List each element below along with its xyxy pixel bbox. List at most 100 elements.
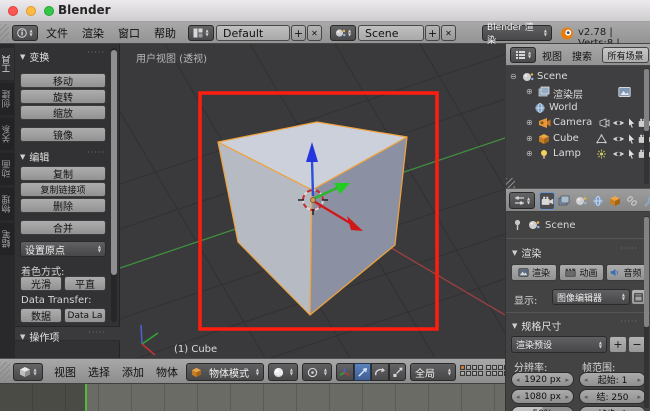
shade-smooth-button[interactable]: 光滑 [20,276,62,291]
minimize-window-button[interactable] [26,6,36,16]
tab-object[interactable] [607,192,623,210]
resolution-percentage-slider[interactable]: 50% [511,406,574,411]
join-button[interactable]: 合并 [20,220,106,235]
render-still-button[interactable]: 渲染 [511,264,557,281]
outliner-scrollbar[interactable] [644,68,649,184]
current-frame-marker[interactable] [85,384,87,411]
editor-type-selector[interactable] [509,192,535,209]
properties-scrollbar[interactable] [644,216,649,408]
menu-help[interactable]: 帮助 [154,25,176,41]
scrollbar-thumb[interactable] [644,69,649,131]
layer-18-button[interactable] [498,371,503,376]
rotate-manipulator-button[interactable] [371,363,389,381]
menu-select[interactable]: 选择 [88,363,110,381]
edit-panel-header[interactable]: 编辑 [20,149,49,164]
expand-icon[interactable] [526,135,533,143]
corner-resize-grip[interactable] [0,24,9,42]
duplicate-button[interactable]: 复制 [20,166,106,181]
lamp-data-icon[interactable] [596,149,607,159]
close-window-button[interactable] [8,6,18,16]
toolshelf-scrollbar[interactable] [111,48,117,322]
display-mode-dropdown[interactable]: 图像编辑器 [552,289,630,305]
layout-name-field[interactable]: Default [216,25,290,41]
outliner-row-render-layers[interactable]: 渲染层 [506,85,650,101]
menu-add[interactable]: 添加 [122,363,144,381]
operator-panel-header[interactable]: 操作项 [20,329,59,344]
collapse-icon[interactable] [510,73,517,81]
dimensions-panel-header[interactable]: 规格尺寸 [512,318,561,333]
layer-8-button[interactable] [498,365,503,370]
layer-17-button[interactable] [492,371,497,376]
frame-start-field[interactable]: 起始: 1 [579,372,646,387]
translate-manipulator-button[interactable] [353,363,371,381]
expand-icon[interactable] [526,150,533,158]
panel-grip[interactable] [620,244,638,253]
scale-button[interactable]: 缩放 [20,105,106,120]
visibility-eye-icon[interactable] [612,149,625,159]
corner-resize-grip[interactable] [0,362,10,382]
frame-step-field[interactable]: 帧步: 1 [579,406,646,411]
menu-window[interactable]: 窗口 [118,25,140,41]
add-scene-button[interactable] [425,25,440,41]
data-layout-transfer-button[interactable]: Data La [64,308,106,323]
screen-layout-selector[interactable] [188,25,214,41]
tab-physics[interactable]: 物理 [0,188,14,220]
tab-grease-pencil[interactable]: 蜡笔 [0,223,14,255]
timeline[interactable] [0,384,505,411]
render-animation-button[interactable]: 动画 [559,264,604,281]
panel-grip[interactable] [87,48,105,57]
menu-search[interactable]: 搜索 [572,47,592,63]
layer-14-button[interactable] [478,371,483,376]
render-engine-dropdown[interactable]: Blender 渲染 [482,23,552,46]
outliner-row-scene[interactable]: Scene [506,70,650,85]
outliner-row-cube[interactable]: Cube [506,132,650,147]
viewport-canvas[interactable]: 用户视图 (透视) (1) Cube [79,43,606,410]
tab-constraints[interactable] [624,192,640,210]
set-origin-dropdown[interactable]: 设置原点 [20,241,106,257]
editor-type-selector[interactable] [510,47,536,63]
data-transfer-button[interactable]: 数据 [20,308,62,323]
render-panel-header[interactable]: 渲染 [512,245,541,260]
render-audio-button[interactable]: 音频 [606,264,646,281]
layer-13-button[interactable] [472,371,477,376]
frame-end-field[interactable]: 结: 250 [579,389,646,404]
scale-manipulator-button[interactable] [388,363,406,381]
outliner-row-world[interactable]: World [506,101,650,116]
menu-view[interactable]: 视图 [54,363,76,381]
transform-orientation-dropdown[interactable]: 全局 [410,363,456,381]
layer-1-button[interactable] [460,365,465,370]
tab-render[interactable] [539,192,555,210]
delete-scene-button[interactable] [441,25,456,41]
mirror-button[interactable]: 镜像 [20,127,106,142]
viewport-shading-dropdown[interactable] [268,363,298,381]
delete-button[interactable]: 删除 [20,198,106,213]
tab-modifiers[interactable] [641,192,650,210]
shade-flat-button[interactable]: 平直 [64,276,106,291]
outliner-row-lamp[interactable]: Lamp [506,147,650,162]
selectability-cursor-icon[interactable] [627,148,636,160]
menu-file[interactable]: 文件 [46,25,68,41]
viewport-3d[interactable]: 用户视图 (透视) (1) Cube [79,43,606,410]
visibility-eye-icon[interactable] [612,118,625,128]
layer-12-button[interactable] [466,371,471,376]
render-presets-dropdown[interactable]: 渲染预设 [511,336,607,353]
selectability-cursor-icon[interactable] [627,133,636,145]
scene-selector[interactable] [330,25,356,41]
zoom-window-button[interactable] [44,6,54,16]
expand-icon[interactable] [526,88,533,96]
tab-render-layers[interactable] [556,192,572,210]
panel-grip[interactable] [620,317,638,326]
camera-data-icon[interactable] [599,118,610,128]
tab-create[interactable]: 创建 [0,83,14,115]
menu-view[interactable]: 视图 [542,47,562,63]
duplicate-linked-button[interactable]: 复制链接项 [20,182,106,197]
tab-animation[interactable]: 动画 [0,153,14,185]
translate-button[interactable]: 移动 [20,73,106,88]
delete-layout-button[interactable] [307,25,322,41]
layer-4-button[interactable] [478,365,483,370]
tab-relations[interactable]: 关系 [0,118,14,150]
selectability-cursor-icon[interactable] [627,117,636,129]
visibility-eye-icon[interactable] [612,134,625,144]
pivot-point-dropdown[interactable] [302,363,332,381]
expand-icon[interactable] [526,119,533,127]
